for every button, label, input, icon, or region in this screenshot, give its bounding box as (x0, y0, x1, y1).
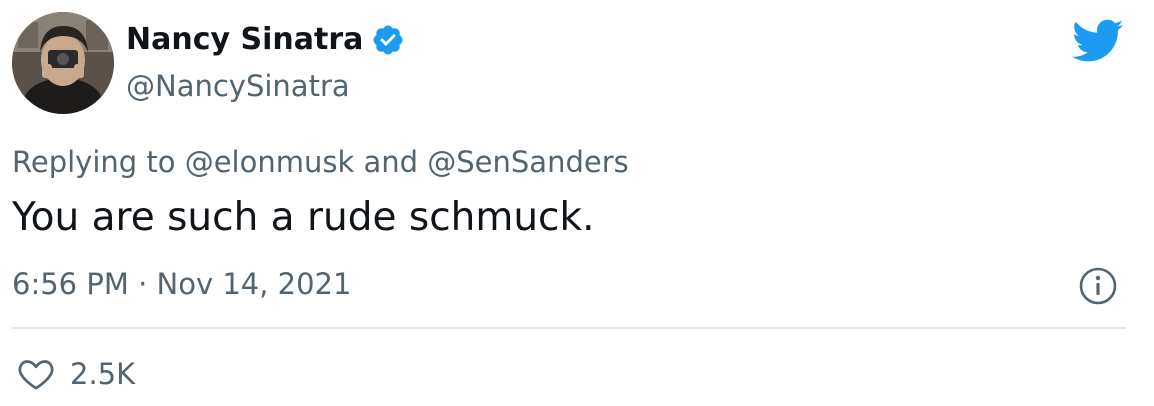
author-name-row[interactable]: Nancy Sinatra (126, 22, 405, 58)
info-icon[interactable] (1078, 266, 1118, 306)
display-name[interactable]: Nancy Sinatra (126, 22, 363, 58)
avatar[interactable] (12, 12, 114, 114)
tweet-text: You are such a rude schmuck. (12, 195, 595, 240)
divider (12, 327, 1126, 329)
like-action[interactable]: 2.5K (16, 354, 135, 394)
twitter-bird-icon[interactable] (1072, 18, 1124, 62)
like-count: 2.5K (70, 357, 136, 391)
avatar-photo (12, 12, 114, 114)
author-handle[interactable]: @NancySinatra (126, 68, 350, 104)
verified-badge-icon (371, 23, 405, 57)
heart-icon[interactable] (16, 354, 56, 394)
replying-to[interactable]: Replying to @elonmusk and @SenSanders (12, 144, 629, 180)
tweet-timestamp[interactable]: 6:56 PM · Nov 14, 2021 (12, 266, 351, 302)
